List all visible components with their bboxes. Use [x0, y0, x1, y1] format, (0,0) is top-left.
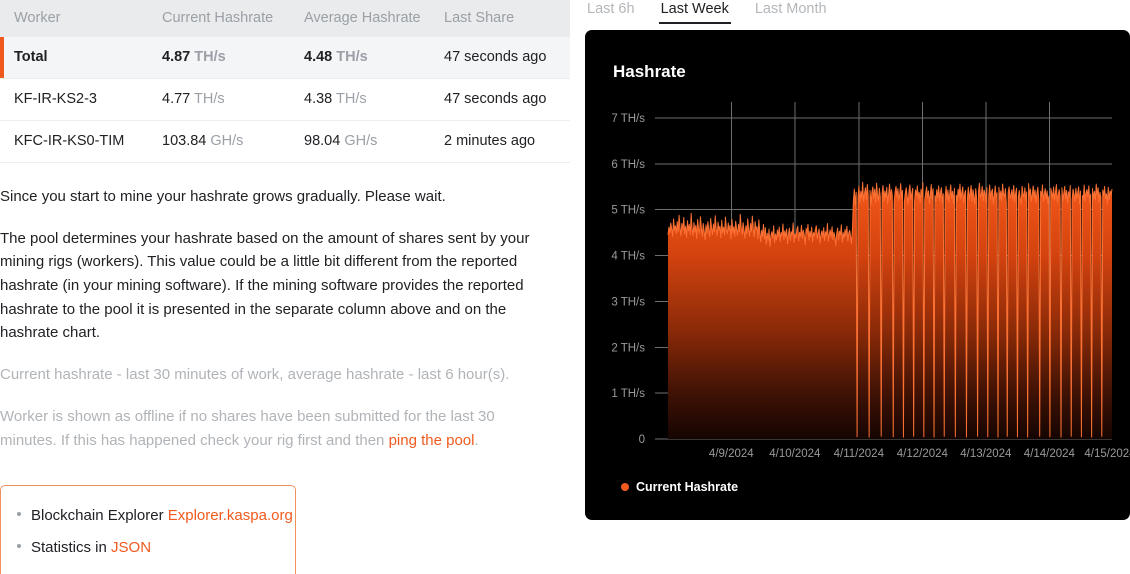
current-hashrate-value: 103.84	[162, 133, 207, 149]
ping-the-pool-link[interactable]: ping the pool	[389, 432, 475, 449]
hashrate-chart-panel: Hashrate 01 TH/s 2 TH/s 3 TH/s 4 TH/s 5 TH/s…	[585, 30, 1130, 520]
average-hashrate-value: 4.48	[304, 49, 333, 65]
chart-range-tabs: Last 6h Last Week Last Month	[585, 0, 829, 30]
list-item: Statistics in JSON	[1, 532, 295, 564]
note-grow-gradually: Since you start to mine your hashrate gr…	[0, 188, 446, 205]
table-row[interactable]: Total 4.87 TH/s 4.48 TH/s 47 seconds ago	[0, 37, 570, 79]
cell-worker-name: KF-IR-KS2-3	[0, 78, 162, 121]
column-header-worker: Worker	[0, 0, 162, 37]
table-row[interactable]: KF-IR-KS2-3 4.77 TH/s 4.38 TH/s 47 secon…	[0, 78, 570, 121]
y-axis-tick-label: 7 TH/s	[611, 113, 645, 125]
current-hashrate-unit: TH/s	[194, 91, 225, 107]
hashrate-area-fill	[668, 182, 1112, 440]
legend-marker-icon	[621, 483, 629, 491]
cell-last-share: 2 minutes ago	[444, 120, 570, 163]
cell-average-hashrate: 4.38 TH/s	[304, 78, 444, 121]
cell-current-hashrate: 4.87 TH/s	[162, 37, 304, 79]
chart-plot-area[interactable]: 0 1 TH/s 2 TH/s 3 TH/s 4 TH/s 5 TH/s 6 TH/s 7 T…	[585, 30, 1130, 520]
hashrate-area-chart[interactable]: 0 1 TH/s 2 TH/s 3 TH/s 4 TH/s 5 TH/s 6 TH/s 7 T…	[585, 30, 1130, 520]
x-axis-tick-label: 4/9/2024	[709, 448, 754, 460]
cell-average-hashrate: 98.04 GH/s	[304, 120, 444, 163]
tab-last-6h[interactable]: Last 6h	[585, 0, 637, 22]
note-pool-determines: The pool determines your hashrate based …	[0, 229, 530, 342]
y-axis-tick-label: 1 TH/s	[611, 388, 645, 400]
cell-worker-name: Total	[0, 37, 162, 79]
tab-last-week[interactable]: Last Week	[658, 0, 731, 24]
average-hashrate-unit: GH/s	[344, 133, 378, 149]
workers-table-head: Worker Current Hashrate Average Hashrate…	[0, 0, 570, 37]
statistics-label: Statistics in	[31, 539, 107, 557]
workers-table-body: Total 4.87 TH/s 4.48 TH/s 47 seconds ago…	[0, 37, 570, 163]
column-header-current-hashrate: Current Hashrate	[162, 0, 304, 37]
workers-table: Worker Current Hashrate Average Hashrate…	[0, 0, 570, 163]
x-axis-tick-label: 4/14/2024	[1024, 448, 1076, 460]
average-hashrate-unit: TH/s	[336, 91, 367, 107]
worker-stats-page: Worker Current Hashrate Average Hashrate…	[0, 0, 1130, 574]
average-hashrate-unit: TH/s	[336, 49, 368, 65]
chart-legend: Current Hashrate	[621, 480, 738, 494]
current-hashrate-value: 4.87	[162, 49, 191, 65]
y-axis-tick-label: 6 TH/s	[611, 159, 645, 171]
explorer-kaspa-link[interactable]: Explorer.kaspa.org	[168, 507, 293, 524]
x-axis-tick-label: 4/11/2024	[834, 448, 885, 460]
legend-label-current-hashrate: Current Hashrate	[636, 480, 739, 494]
y-axis-tick-label: 0	[639, 434, 645, 446]
table-row[interactable]: KFC-IR-KS0-TIM 103.84 GH/s 98.04 GH/s 2 …	[0, 120, 570, 163]
cell-current-hashrate: 4.77 TH/s	[162, 78, 304, 121]
note-offline-worker: Worker is shown as offline if no shares …	[0, 405, 534, 452]
y-axis-tick-label: 5 TH/s	[611, 205, 645, 217]
x-axis-tick-label: 4/10/2024	[769, 448, 821, 460]
x-axis-tick-label: 4/12/2024	[897, 448, 949, 460]
links-list: Blockchain Explorer Explorer.kaspa.org S…	[1, 500, 295, 565]
left-column: Worker Current Hashrate Average Hashrate…	[0, 0, 570, 574]
y-axis-tick-label: 3 TH/s	[611, 296, 645, 308]
blockchain-explorer-label: Blockchain Explorer	[31, 507, 164, 524]
cell-last-share: 47 seconds ago	[444, 37, 570, 79]
cell-last-share: 47 seconds ago	[444, 78, 570, 121]
current-hashrate-value: 4.77	[162, 91, 191, 107]
json-stats-link[interactable]: JSON	[111, 539, 151, 556]
x-axis-tick-label: 4/15/2024	[1084, 448, 1130, 460]
table-header-row: Worker Current Hashrate Average Hashrate…	[0, 0, 570, 37]
cell-average-hashrate: 4.48 TH/s	[304, 37, 444, 79]
y-axis-tick-label: 4 TH/s	[611, 251, 645, 263]
x-axis-tick-label: 4/13/2024	[960, 448, 1012, 460]
note-offline-text-after: .	[474, 431, 479, 449]
y-axis-tick-label: 2 TH/s	[611, 342, 645, 354]
list-item: Blockchain Explorer Explorer.kaspa.org	[1, 500, 295, 532]
average-hashrate-value: 98.04	[304, 133, 341, 149]
column-header-average-hashrate: Average Hashrate	[304, 0, 444, 37]
cell-worker-name: KFC-IR-KS0-TIM	[0, 120, 162, 163]
cell-current-hashrate: 103.84 GH/s	[162, 120, 304, 163]
current-hashrate-unit: GH/s	[210, 133, 244, 149]
tab-last-month[interactable]: Last Month	[753, 0, 829, 22]
links-box: Blockchain Explorer Explorer.kaspa.org S…	[0, 485, 296, 574]
column-header-last-share: Last Share	[444, 0, 570, 37]
note-hashrate-windows: Current hashrate - last 30 minutes of wo…	[0, 366, 510, 384]
average-hashrate-value: 4.38	[304, 91, 333, 107]
current-hashrate-unit: TH/s	[194, 49, 226, 65]
